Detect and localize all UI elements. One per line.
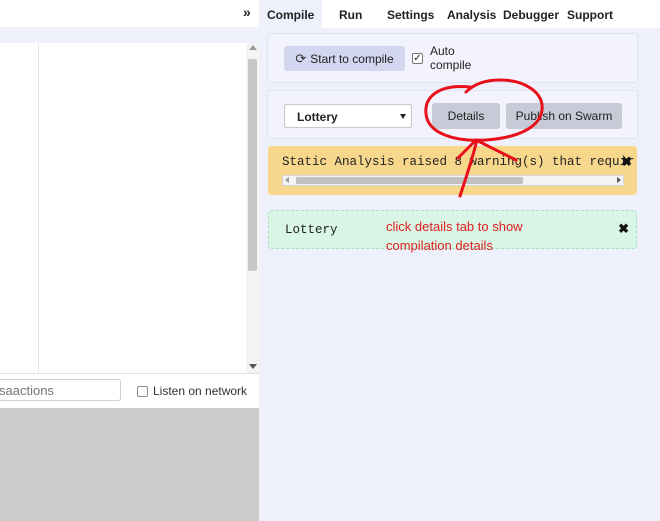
panel-tabs: Compile Run Settings Analysis Debugger S…	[259, 0, 660, 28]
scroll-left-arrow-icon[interactable]	[285, 177, 289, 183]
start-compile-button[interactable]: ⟳ Start to compile	[284, 46, 405, 71]
compiled-contract-name: Lottery	[285, 223, 338, 237]
transactions-search-input[interactable]	[0, 379, 121, 401]
start-compile-label: Start to compile	[310, 51, 394, 66]
scrollbar-thumb[interactable]	[296, 177, 523, 184]
warning-text: Static Analysis raised 8 warning(s) that…	[282, 155, 635, 169]
tab-compile[interactable]: Compile	[259, 0, 323, 28]
tab-analysis[interactable]: Analysis	[447, 8, 496, 22]
code-editor[interactable]	[0, 43, 246, 373]
warning-horizontal-scrollbar[interactable]	[282, 175, 624, 186]
terminal-output	[0, 408, 259, 521]
close-icon[interactable]: ✖	[621, 154, 632, 170]
scroll-up-arrow-icon[interactable]	[249, 45, 257, 50]
terminal-toolbar: Listen on network	[0, 373, 259, 408]
auto-compile-checkbox[interactable]: ✓	[412, 53, 423, 64]
editor-pane: » Listen on network	[0, 0, 259, 521]
editor-tabs-bar	[0, 0, 259, 27]
static-analysis-warning: Static Analysis raised 8 warning(s) that…	[268, 146, 637, 195]
refresh-icon: ⟳	[295, 50, 307, 66]
close-icon[interactable]: ✖	[618, 221, 629, 237]
auto-compile-label: Auto compile	[430, 44, 472, 72]
chevron-down-icon	[400, 114, 406, 119]
scroll-right-arrow-icon[interactable]	[617, 177, 621, 183]
editor-vertical-scrollbar[interactable]	[246, 43, 259, 373]
tab-support[interactable]: Support	[567, 8, 613, 22]
scrollbar-thumb[interactable]	[248, 59, 257, 271]
editor-header-strip	[0, 27, 259, 43]
contract-select-value: Lottery	[297, 110, 338, 124]
scroll-down-arrow-icon[interactable]	[249, 364, 257, 369]
double-chevron-right-icon[interactable]: »	[243, 4, 251, 20]
tab-run[interactable]: Run	[339, 8, 362, 22]
listen-on-network-toggle[interactable]: Listen on network	[137, 384, 247, 398]
listen-checkbox[interactable]	[137, 385, 148, 397]
contract-card: Lottery Details Publish on Swarm	[267, 90, 638, 139]
details-button[interactable]: Details	[432, 103, 500, 129]
publish-on-swarm-button[interactable]: Publish on Swarm	[506, 103, 622, 129]
listen-label: Listen on network	[153, 384, 248, 398]
annotation-text: click details tab to show compilation de…	[386, 219, 523, 253]
editor-gutter-divider	[38, 43, 39, 373]
contract-select[interactable]: Lottery	[284, 104, 412, 128]
tab-debugger[interactable]: Debugger	[503, 8, 559, 22]
tab-settings[interactable]: Settings	[387, 8, 434, 22]
compile-card: ⟳ Start to compile ✓ Auto compile	[267, 33, 638, 83]
